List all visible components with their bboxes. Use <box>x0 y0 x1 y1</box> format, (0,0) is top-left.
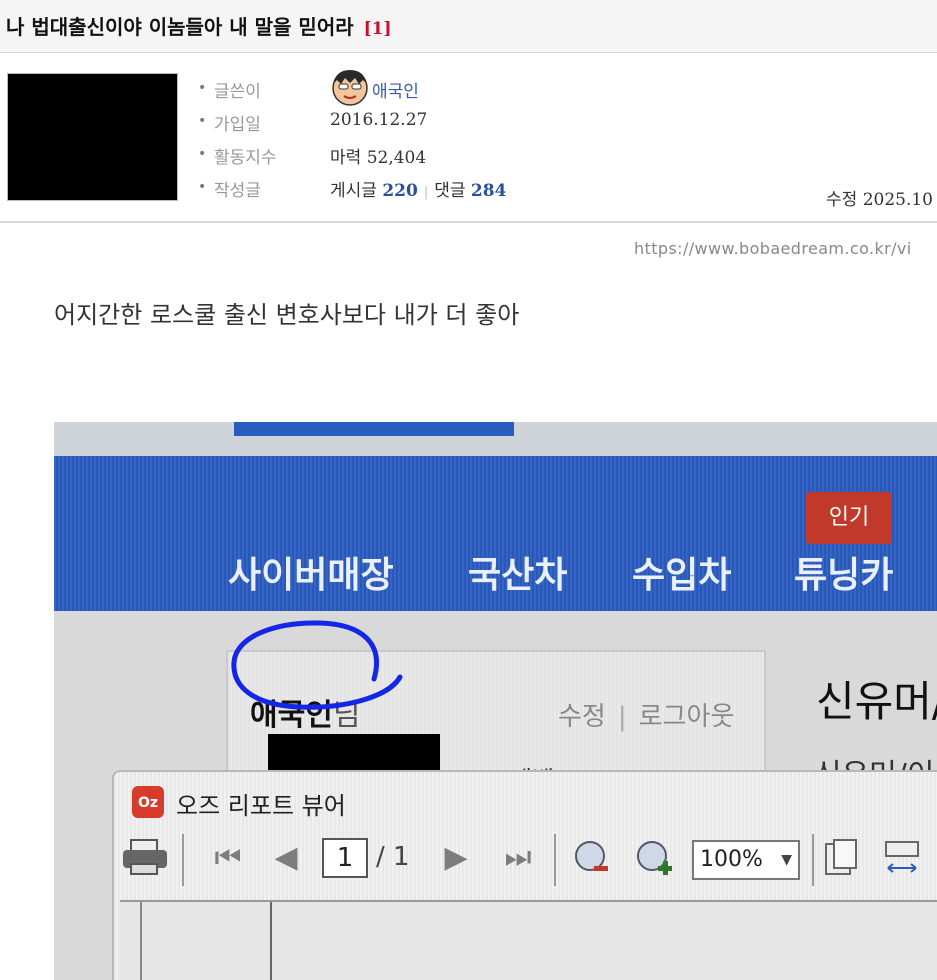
post-title-bar: 나 법대출신이야 이놈들아 내 말을 믿어라 [1] <box>0 0 937 53</box>
divider: | <box>423 185 429 200</box>
oz-logo-icon: Oz <box>132 786 164 818</box>
activity-unit: 마력 <box>330 148 362 168</box>
post-body-text: 어지간한 로스쿨 출신 변호사보다 내가 더 좋아 <box>54 301 520 329</box>
post-title-text: 나 법대출신이야 이놈들아 내 말을 믿어라 <box>6 15 354 39</box>
prev-page-icon: ◀ <box>274 840 298 875</box>
photo-nav-item: 튜닝카 <box>794 555 894 596</box>
photo-logout-link: 로그아웃 <box>638 702 735 732</box>
comments-label: 댓글 <box>434 181 466 201</box>
bullet-icon: • <box>198 179 207 195</box>
meta-label-posts: 작성글 <box>214 181 261 201</box>
meta-label-joined: 가입일 <box>214 115 261 135</box>
user-avatar-icon <box>332 70 368 106</box>
last-page-icon: ⏭ <box>504 840 532 875</box>
oz-page-number: 1 <box>322 838 368 878</box>
next-page-icon: ▶ <box>444 840 468 875</box>
page-setup-icon <box>820 838 860 878</box>
first-page-icon: ⏮ <box>214 840 242 875</box>
toolbar-separator <box>182 834 184 886</box>
photo-side-title: 신유머/ <box>816 677 937 726</box>
oz-report-viewer-window: Oz 오즈 리포트 뷰어 ⏮ ◀ 1 / 1 ▶ ⏭ 100% ▼ <box>112 770 937 980</box>
toolbar-separator <box>554 834 556 886</box>
meta-label-author: 글쓴이 <box>214 82 261 102</box>
divider: | <box>617 702 627 732</box>
oz-viewer-title: 오즈 리포트 뷰어 <box>176 792 346 820</box>
printer-icon <box>120 838 170 878</box>
comment-count-link[interactable]: [1] <box>364 19 392 39</box>
oz-toolbar: ⏮ ◀ 1 / 1 ▶ ⏭ 100% ▼ <box>114 832 937 892</box>
meta-value-author: 애국인 <box>330 70 419 106</box>
photo-site-nav: 사이버매장 국산차 수입차 튜닝카 인기 <box>54 456 937 611</box>
fit-width-icon <box>882 838 922 878</box>
source-url: https://www.bobaedream.co.kr/vi <box>634 239 912 258</box>
post-count-link[interactable]: 220 <box>382 181 418 201</box>
oz-document-area <box>120 900 937 980</box>
photo-nav-item: 수입차 <box>632 555 732 596</box>
bullet-icon: • <box>198 146 207 162</box>
post-title: 나 법대출신이야 이놈들아 내 말을 믿어라 [1] <box>6 11 392 40</box>
oz-zoom-select: 100% ▼ <box>692 840 800 880</box>
toolbar-separator <box>812 834 814 886</box>
circle-annotation-icon <box>231 620 403 710</box>
photo-top-strip <box>54 422 937 456</box>
zoom-value: 100% <box>700 847 763 872</box>
photo-account-links: 수정 | 로그아웃 <box>558 696 734 733</box>
activity-score: 52,404 <box>366 148 427 168</box>
photo-hot-badge: 인기 <box>806 492 892 544</box>
edited-date: 2025.10 <box>862 190 933 210</box>
comment-count-total-link[interactable]: 284 <box>471 181 507 201</box>
posts-label: 게시글 <box>330 181 377 201</box>
author-info-panel: • 글쓴이 애국인 • 가입일 2016.12.27 • 활동지수 마력 52,… <box>0 53 937 223</box>
meta-value-activity: 마력 52,404 <box>330 143 426 168</box>
meta-label-activity: 활동지수 <box>214 148 277 168</box>
oz-page-total: / 1 <box>376 842 410 872</box>
bullet-icon: • <box>198 80 207 96</box>
bullet-icon: • <box>198 113 207 129</box>
divider <box>270 902 272 980</box>
chevron-down-icon: ▼ <box>781 852 792 868</box>
photo-nav-item: 국산차 <box>468 555 568 596</box>
author-nickname-link[interactable]: 애국인 <box>372 82 419 102</box>
meta-value-posts: 게시글 220 | 댓글 284 <box>330 176 506 201</box>
divider <box>140 902 142 980</box>
photo-nav-item: 사이버매장 <box>228 555 394 596</box>
edited-label: 수정 <box>826 190 858 210</box>
profile-image <box>7 73 178 201</box>
zoom-in-icon <box>634 838 674 878</box>
post-photo[interactable]: 사이버매장 국산차 수입차 튜닝카 인기 애국인님 수정|로그아웃 레벨 신유머… <box>54 422 937 980</box>
edited-info: 수정 2025.10 <box>826 185 933 210</box>
join-date: 2016.12.27 <box>330 110 428 130</box>
zoom-out-icon <box>572 838 612 878</box>
photo-edit-link: 수정 <box>558 702 606 732</box>
